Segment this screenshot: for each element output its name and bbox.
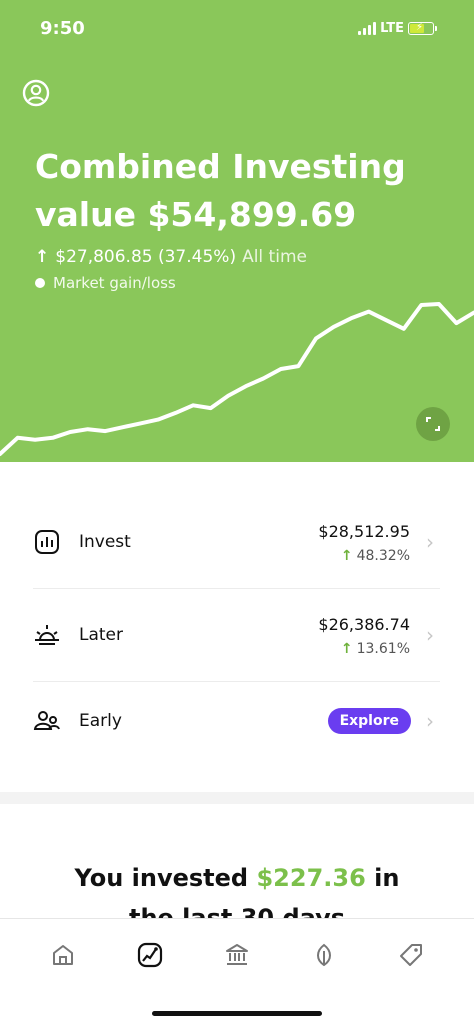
- battery-icon: ⚡: [408, 22, 437, 35]
- account-row-later[interactable]: Later $26,386.74 ↑ 13.61% ›: [33, 589, 440, 682]
- chevron-right-icon: ›: [426, 709, 434, 733]
- explore-button[interactable]: Explore: [327, 708, 411, 734]
- leaf-icon: [317, 943, 331, 967]
- accounts-list: Invest $28,512.95 ↑ 48.32% › Later $26,38…: [0, 462, 474, 792]
- promo-prefix: You invested: [74, 864, 249, 892]
- bank-icon: [226, 944, 248, 965]
- gain-value: $27,806.85 (37.45%): [55, 247, 237, 267]
- section-divider: [0, 792, 474, 804]
- up-arrow-icon: ↑: [340, 641, 353, 657]
- expand-chart-button[interactable]: [416, 407, 450, 441]
- network-label: LTE: [380, 21, 404, 36]
- account-row-early[interactable]: Early Explore ›: [33, 675, 440, 767]
- gain-period: All time: [242, 247, 307, 267]
- account-amount: $26,386.74: [318, 615, 410, 634]
- account-change: ↑ 13.61%: [341, 641, 410, 657]
- signal-icon: [358, 22, 377, 35]
- performance-chart: [0, 302, 474, 456]
- chart-series-line: [0, 302, 474, 456]
- expand-icon: [426, 417, 440, 431]
- bar-chart-icon: [33, 528, 61, 556]
- promo-amount: $227.36: [256, 864, 366, 892]
- combined-value-title: Combined Investing value $54,899.69: [35, 147, 406, 234]
- legend-dot-icon: [35, 278, 45, 288]
- account-name: Later: [79, 625, 124, 645]
- tab-sustainability[interactable]: [310, 941, 338, 969]
- home-indicator: [152, 1011, 322, 1016]
- account-name: Invest: [79, 532, 131, 552]
- tab-portfolio[interactable]: [136, 941, 164, 969]
- chevron-right-icon: ›: [426, 530, 434, 554]
- account-row-invest[interactable]: Invest $28,512.95 ↑ 48.32% ›: [33, 496, 440, 589]
- up-arrow-icon: ↑: [340, 548, 353, 564]
- tab-home[interactable]: [49, 941, 77, 969]
- account-change: ↑ 48.32%: [341, 548, 410, 564]
- family-icon: [33, 707, 61, 735]
- chevron-right-icon: ›: [426, 623, 434, 647]
- tab-offers[interactable]: [397, 941, 425, 969]
- status-bar: 9:50 LTE ⚡: [0, 18, 474, 42]
- gain-up-arrow-icon: ↑: [35, 247, 50, 267]
- account-change-value: 13.61%: [356, 641, 410, 657]
- promo-suffix: in: [374, 864, 400, 892]
- tag-icon: [400, 944, 422, 966]
- account-amount: $28,512.95: [318, 522, 410, 541]
- all-time-gain: ↑ $27,806.85 (37.45%) All time: [35, 247, 307, 267]
- home-icon: [53, 945, 73, 965]
- sunrise-icon: [33, 621, 61, 649]
- tab-bank[interactable]: [223, 941, 251, 969]
- tab-bar: [0, 918, 474, 1026]
- account-change-value: 48.32%: [356, 548, 410, 564]
- account-name: Early: [79, 711, 122, 731]
- status-time: 9:50: [40, 18, 85, 39]
- portfolio-icon: [137, 942, 163, 968]
- status-indicators: LTE ⚡: [358, 21, 437, 36]
- profile-icon[interactable]: [22, 79, 50, 107]
